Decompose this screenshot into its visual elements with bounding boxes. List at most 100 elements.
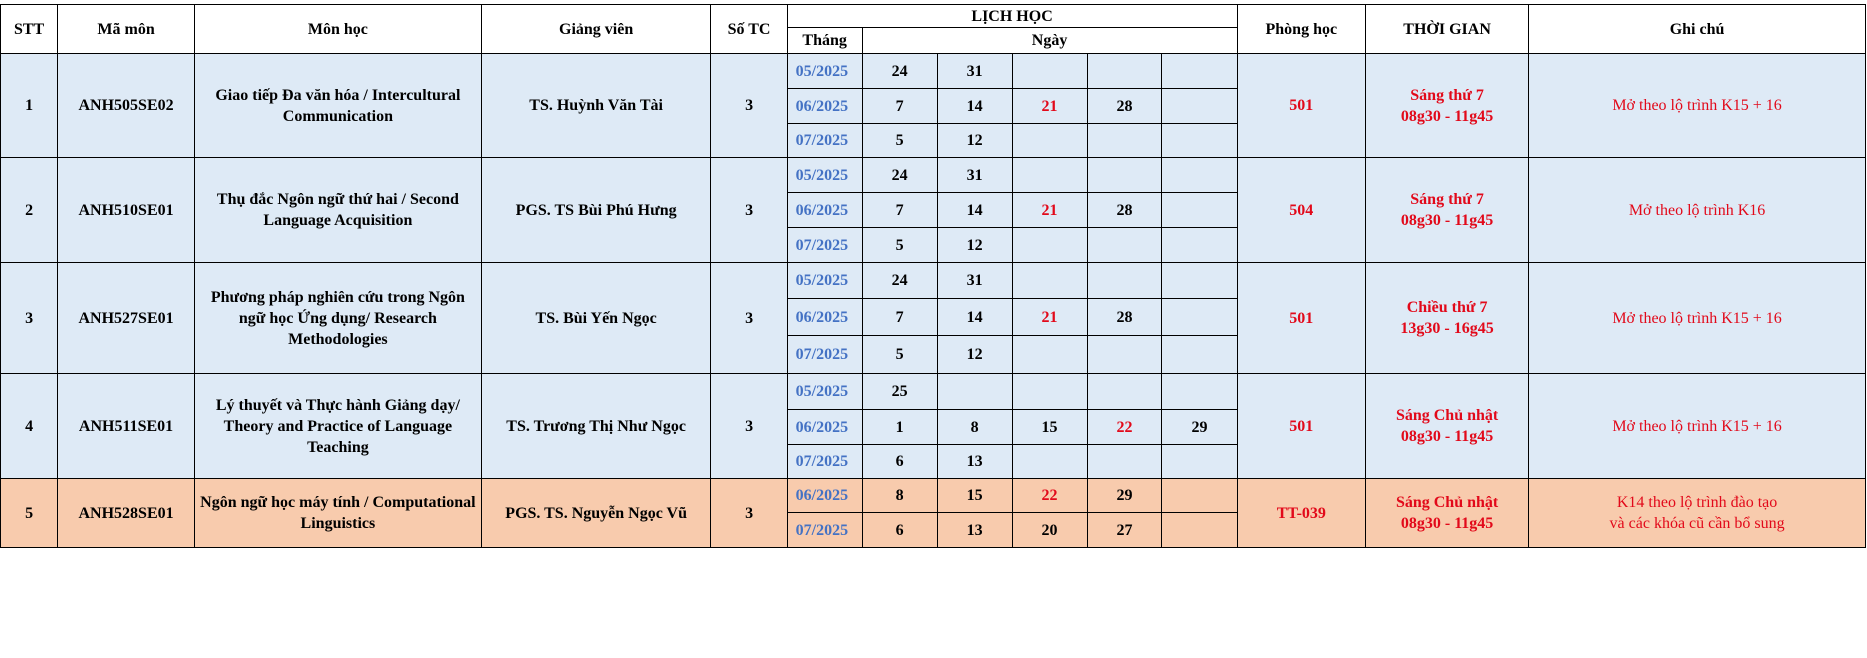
schedule-day xyxy=(1011,157,1088,193)
schedule-day: 29 xyxy=(1161,409,1238,445)
schedule-day: 22 xyxy=(1011,478,1088,513)
course-code: ANH510SE01 xyxy=(57,157,195,263)
schedule-day: 5 xyxy=(861,335,938,374)
schedule-table: STT Mã môn Môn học Giảng viên Số TC LỊCH… xyxy=(0,4,1866,548)
schedule-day: 31 xyxy=(936,53,1013,89)
schedule-day xyxy=(1161,335,1238,374)
header-lich-hoc: LỊCH HỌC xyxy=(786,4,1238,28)
schedule-month: 06/2025 xyxy=(786,192,863,228)
schedule-day xyxy=(1161,227,1238,263)
course-time: Sáng Chủ nhật 08g30 - 11g45 xyxy=(1365,478,1530,548)
schedule-day xyxy=(1086,335,1163,374)
course-note: Mở theo lộ trình K15 + 16 xyxy=(1528,53,1866,158)
schedule-day: 12 xyxy=(936,335,1013,374)
course-time-session: Sáng Chủ nhật xyxy=(1395,494,1499,511)
schedule-day: 29 xyxy=(1086,478,1163,513)
schedule-day: 1 xyxy=(861,409,938,445)
course-room: 501 xyxy=(1236,373,1367,479)
course-time-session: Sáng Chủ nhật xyxy=(1395,407,1499,424)
schedule-day xyxy=(1161,373,1238,410)
course-note: Mở theo lộ trình K15 + 16 xyxy=(1528,373,1866,479)
course-credits: 3 xyxy=(710,262,788,374)
schedule-day xyxy=(1086,262,1163,299)
schedule-day: 31 xyxy=(936,157,1013,193)
header-thoi-gian: THỜI GIAN xyxy=(1365,4,1530,54)
course-time-hours: 08g30 - 11g45 xyxy=(1400,428,1494,445)
schedule-day: 8 xyxy=(861,478,938,513)
schedule-day xyxy=(1011,444,1088,479)
course-note-line: Mở theo lộ trình K15 + 16 xyxy=(1612,309,1782,327)
schedule-day: 24 xyxy=(861,262,938,299)
header-mon-hoc: Môn học xyxy=(193,4,482,54)
course-code: ANH528SE01 xyxy=(57,478,195,548)
schedule-day xyxy=(936,373,1013,410)
course-code: ANH505SE02 xyxy=(57,53,195,158)
schedule-day: 24 xyxy=(861,53,938,89)
schedule-day xyxy=(1086,227,1163,263)
course-name: Giao tiếp Đa văn hóa / Intercultural Com… xyxy=(193,53,482,158)
schedule-day xyxy=(1011,53,1088,89)
schedule-day: 15 xyxy=(936,478,1013,513)
course-room: 501 xyxy=(1236,262,1367,374)
schedule-day xyxy=(1161,298,1238,336)
schedule-day: 5 xyxy=(861,123,938,158)
schedule-day: 6 xyxy=(861,444,938,479)
schedule-day: 28 xyxy=(1086,88,1163,124)
schedule-day xyxy=(1161,192,1238,228)
course-stt: 1 xyxy=(0,53,59,158)
course-note: K14 theo lộ trình đào tạo và các khóa cũ … xyxy=(1528,478,1866,548)
schedule-day: 27 xyxy=(1086,512,1163,548)
schedule-day xyxy=(1161,157,1238,193)
course-list: 1 ANH505SE02 Giao tiếp Đa văn hóa / Interc… xyxy=(0,53,1866,548)
schedule-day: 12 xyxy=(936,227,1013,263)
schedule-day xyxy=(1161,262,1238,299)
table-row: 2 ANH510SE01 Thụ đắc Ngôn ngữ thứ hai / Se… xyxy=(0,157,1866,263)
course-lecturer: PGS. TS Bùi Phú Hưng xyxy=(480,157,712,263)
table-row: 3 ANH527SE01 Phương pháp nghiên cứu trong … xyxy=(0,262,1866,374)
course-note-line: và các khóa cũ cần bổ sung xyxy=(1609,515,1785,532)
course-name: Phương pháp nghiên cứu trong Ngôn ngữ họ… xyxy=(193,262,482,374)
course-lecturer: TS. Trương Thị Như Ngọc xyxy=(480,373,712,479)
schedule-day xyxy=(1086,373,1163,410)
schedule-day xyxy=(1086,123,1163,158)
schedule-month: 05/2025 xyxy=(786,53,863,89)
schedule-day: 21 xyxy=(1011,298,1088,336)
schedule-month: 06/2025 xyxy=(786,478,863,513)
header-ghi-chu: Ghi chú xyxy=(1528,4,1866,54)
schedule-day: 13 xyxy=(936,444,1013,479)
header-thang: Tháng xyxy=(786,27,863,54)
course-time-hours: 08g30 - 11g45 xyxy=(1400,515,1494,532)
course-room: 501 xyxy=(1236,53,1367,158)
table-row: 4 ANH511SE01 Lý thuyết và Thực hành Giảng … xyxy=(0,373,1866,479)
schedule-month: 05/2025 xyxy=(786,157,863,193)
schedule-day: 28 xyxy=(1086,192,1163,228)
schedule-month: 06/2025 xyxy=(786,409,863,445)
schedule-day xyxy=(1161,88,1238,124)
schedule-day xyxy=(1011,123,1088,158)
header-ngay: Ngày xyxy=(861,27,1238,54)
course-time-session: Sáng thứ 7 xyxy=(1410,86,1484,104)
course-credits: 3 xyxy=(710,53,788,158)
schedule-day: 7 xyxy=(861,298,938,336)
course-note-line: Mở theo lộ trình K15 + 16 xyxy=(1612,417,1782,435)
course-note-line: Mở theo lộ trình K16 xyxy=(1628,201,1766,219)
table-row: 1 ANH505SE02 Giao tiếp Đa văn hóa / Interc… xyxy=(0,53,1866,158)
schedule-day: 7 xyxy=(861,192,938,228)
course-credits: 3 xyxy=(710,373,788,479)
schedule-month: 05/2025 xyxy=(786,373,863,410)
header-so-tc: Số TC xyxy=(710,4,788,54)
schedule-day xyxy=(1086,157,1163,193)
course-name: Lý thuyết và Thực hành Giảng dạy/ Theory… xyxy=(193,373,482,479)
course-name: Thụ đắc Ngôn ngữ thứ hai / Second Langua… xyxy=(193,157,482,263)
schedule-day: 28 xyxy=(1086,298,1163,336)
course-time-hours: 08g30 - 11g45 xyxy=(1400,107,1494,125)
schedule-day xyxy=(1161,512,1238,548)
header-ma-mon: Mã môn xyxy=(57,4,195,54)
course-time: Sáng thứ 7 08g30 - 11g45 xyxy=(1365,157,1530,263)
course-credits: 3 xyxy=(710,478,788,548)
schedule-day: 15 xyxy=(1011,409,1088,445)
course-time: Sáng thứ 7 08g30 - 11g45 xyxy=(1365,53,1530,158)
course-lecturer: TS. Bùi Yến Ngọc xyxy=(480,262,712,374)
course-code: ANH527SE01 xyxy=(57,262,195,374)
course-time-session: Sáng thứ 7 xyxy=(1410,191,1484,208)
